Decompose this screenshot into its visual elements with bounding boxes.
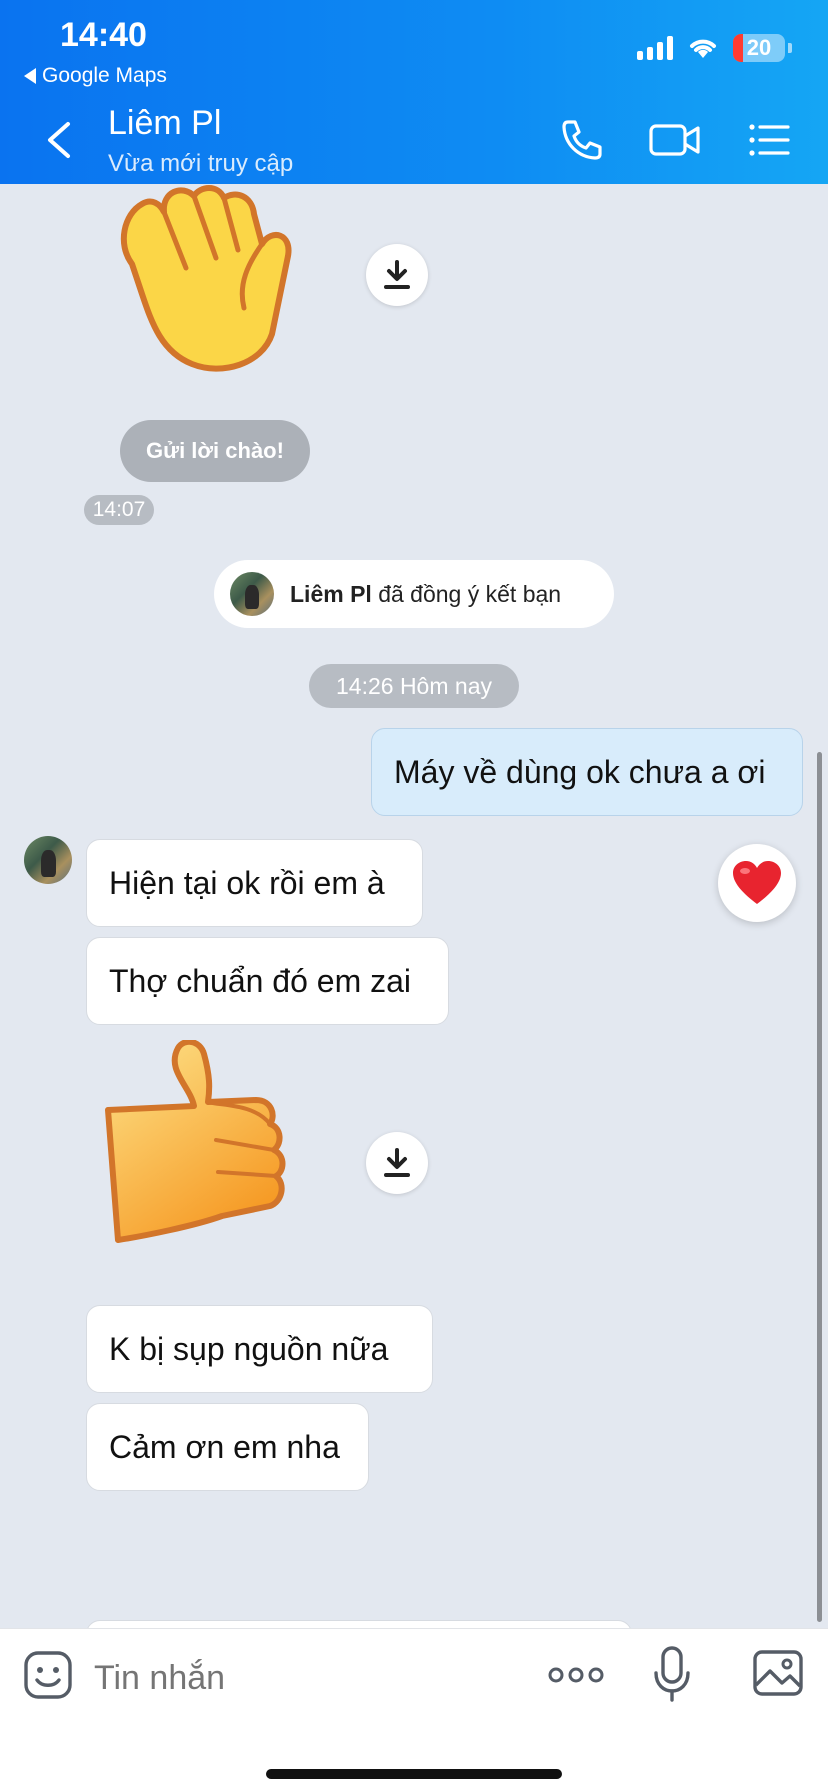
message-bubble-sent[interactable]: Máy về dùng ok chưa a ơi bbox=[371, 728, 803, 816]
message-input[interactable] bbox=[94, 1659, 394, 1698]
back-to-app-link[interactable]: Google Maps bbox=[24, 64, 167, 88]
list-menu-icon[interactable] bbox=[746, 116, 794, 164]
scrollbar[interactable] bbox=[817, 752, 822, 1622]
message-text: Máy về dùng ok chưa a ơi bbox=[394, 753, 766, 790]
quick-reply-bar[interactable] bbox=[86, 1620, 632, 1628]
message-text: K bị sụp nguồn nữa bbox=[109, 1330, 389, 1367]
battery-level: 20 bbox=[746, 35, 772, 60]
wifi-icon bbox=[690, 39, 716, 58]
back-chevron-icon[interactable] bbox=[40, 118, 80, 162]
message-text: Hiện tại ok rồi em à bbox=[109, 864, 385, 901]
emoji-sticker-icon[interactable] bbox=[22, 1649, 74, 1701]
home-indicator[interactable] bbox=[266, 1769, 562, 1779]
message-text: Cảm ơn em nha bbox=[109, 1428, 340, 1465]
phone-icon[interactable] bbox=[558, 116, 606, 164]
friend-accepted-text: Liêm Pl đã đồng ý kết bạn bbox=[290, 581, 561, 608]
battery-nub bbox=[788, 43, 792, 53]
download-icon bbox=[384, 260, 410, 289]
message-bubble-received[interactable]: Hiện tại ok rồi em à bbox=[86, 839, 423, 927]
contact-name[interactable]: Liêm Pl bbox=[108, 104, 221, 143]
status-indicators: 20 bbox=[637, 34, 792, 62]
video-call-icon[interactable] bbox=[648, 116, 702, 164]
download-sticker-button[interactable] bbox=[366, 244, 428, 306]
waving-hand-sticker[interactable] bbox=[112, 184, 312, 374]
heart-reaction-button[interactable] bbox=[718, 844, 796, 922]
message-bubble-received[interactable]: Cảm ơn em nha bbox=[86, 1403, 369, 1491]
heart-icon bbox=[733, 861, 781, 904]
status-time: 14:40 bbox=[60, 16, 147, 54]
message-bubble-received[interactable]: Thợ chuẩn đó em zai bbox=[86, 937, 449, 1025]
back-triangle-icon bbox=[24, 68, 36, 84]
download-icon bbox=[384, 1148, 410, 1177]
message-text: Thợ chuẩn đó em zai bbox=[109, 962, 412, 999]
battery-icon: 20 bbox=[733, 34, 785, 62]
image-gallery-icon[interactable] bbox=[752, 1649, 804, 1697]
message-timestamp: 14:07 bbox=[84, 495, 154, 525]
download-sticker-button[interactable] bbox=[366, 1132, 428, 1194]
friend-accepted-label: đã đồng ý kết bạn bbox=[378, 580, 562, 607]
date-separator: 14:26 Hôm nay bbox=[309, 664, 519, 708]
more-options-icon[interactable] bbox=[548, 1663, 604, 1687]
friend-accepted-notice: Liêm Pl đã đồng ý kết bạn bbox=[214, 560, 614, 628]
chat-header: 14:40 Google Maps 20 Liêm Pl Vừa mới tru… bbox=[0, 0, 828, 184]
message-composer bbox=[0, 1628, 828, 1792]
friend-name: Liêm Pl bbox=[290, 580, 372, 607]
back-app-label: Google Maps bbox=[42, 64, 167, 87]
cellular-signal-icon bbox=[637, 36, 673, 60]
contact-avatar[interactable] bbox=[24, 836, 72, 884]
message-bubble-received[interactable]: K bị sụp nguồn nữa bbox=[86, 1305, 433, 1393]
send-greeting-button[interactable]: Gửi lời chào! bbox=[120, 420, 310, 482]
thumbs-up-sticker[interactable] bbox=[104, 1040, 324, 1260]
microphone-icon[interactable] bbox=[652, 1645, 692, 1703]
message-list[interactable]: Gửi lời chào! 14:07 Liêm Pl đã đồng ý kế… bbox=[0, 184, 828, 1628]
avatar bbox=[230, 572, 274, 616]
contact-status: Vừa mới truy cập bbox=[108, 150, 294, 177]
